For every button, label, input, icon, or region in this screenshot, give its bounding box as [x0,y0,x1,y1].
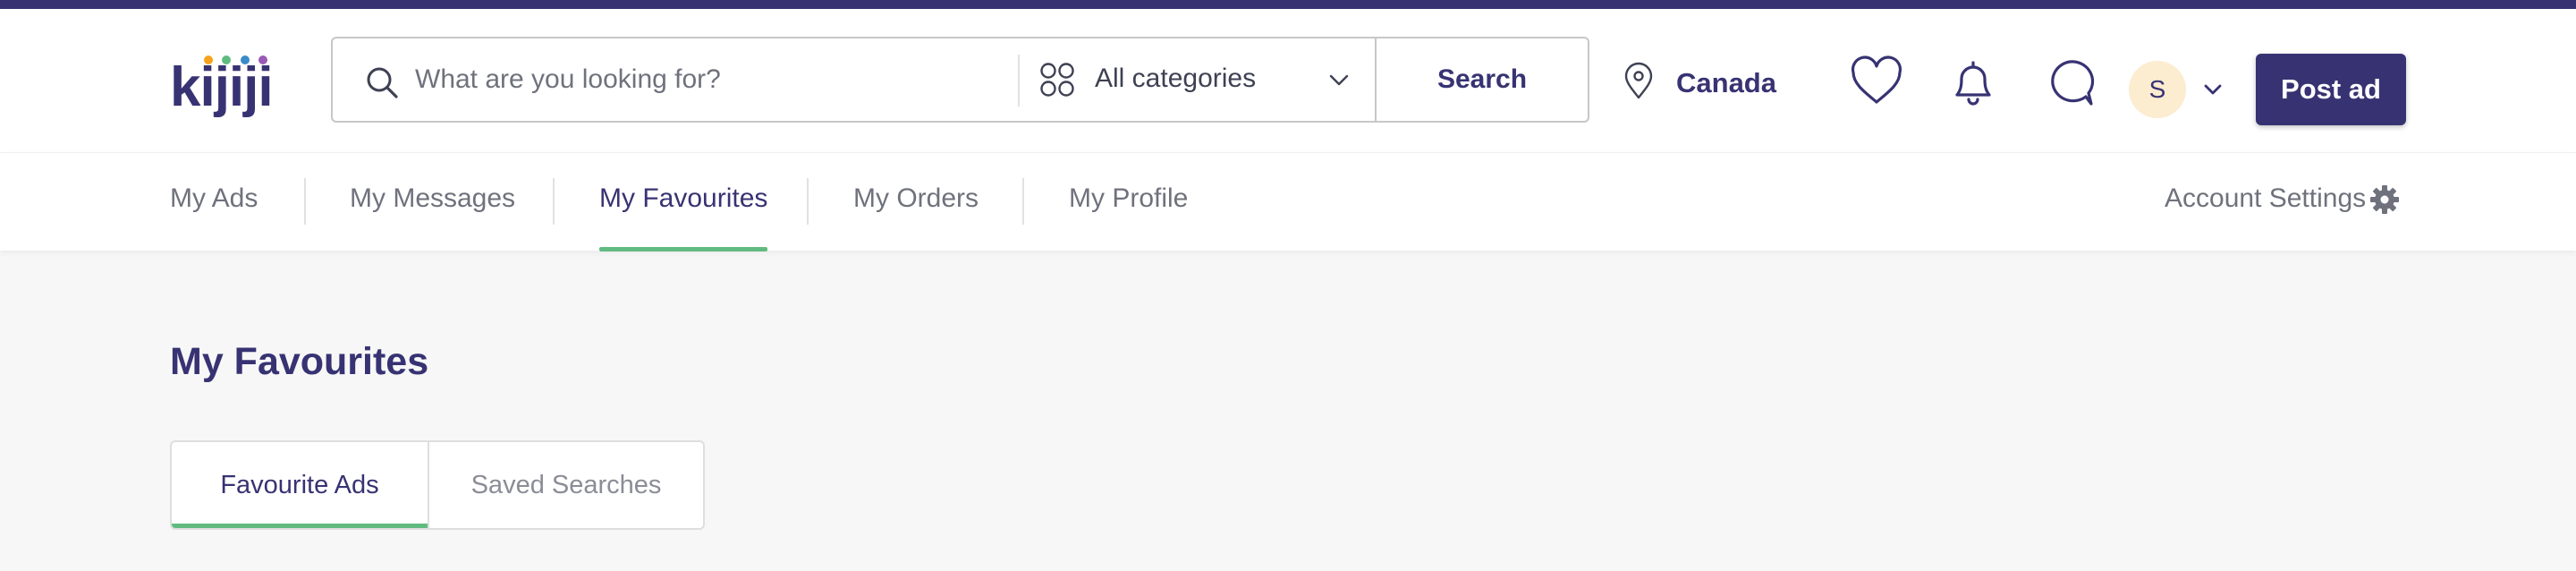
tab-my-ads[interactable]: My Ads [170,153,258,251]
top-accent-bar [0,0,2576,9]
tab-my-profile[interactable]: My Profile [1069,153,1188,251]
account-settings-label: Account Settings [2165,183,2367,213]
tab-separator [553,178,555,225]
chat-bubble-icon [2051,60,2095,106]
bell-icon [1955,61,1991,106]
notifications-button[interactable] [1945,54,2002,111]
location-pin-icon [1624,62,1653,99]
search-icon [367,67,398,98]
chevron-down-icon [1329,74,1349,86]
tab-favourite-ads[interactable]: Favourite Ads [172,442,428,528]
tab-separator [807,178,809,225]
post-ad-button[interactable]: Post ad [2256,54,2406,125]
kijiji-logo[interactable]: kijiji [170,48,295,120]
tab-my-messages[interactable]: My Messages [350,153,515,251]
tab-separator [304,178,306,225]
category-select-label: All categories [1095,64,1257,93]
grid-icon [1040,63,1074,97]
tab-my-favourites[interactable]: My Favourites [599,153,768,251]
category-select[interactable]: All categories [1039,38,1377,121]
chevron-down-icon[interactable] [2202,79,2224,100]
favourites-button[interactable] [1848,54,1905,111]
search-input[interactable] [415,55,970,105]
svg-text:kijiji: kijiji [170,56,273,118]
tab-separator [1022,178,1024,225]
messages-button[interactable] [2041,54,2098,111]
tab-saved-searches[interactable]: Saved Searches [429,442,703,528]
site-header: kijiji All categories Search [0,9,2576,152]
heart-icon [1851,55,1902,104]
favourites-tabs: Favourite Ads Saved Searches [170,440,705,530]
page-title: My Favourites [170,340,429,383]
search-bar: All categories [331,37,1377,123]
search-divider [1018,55,1020,107]
gear-icon [2370,185,2399,214]
location-label: Canada [1676,67,1776,98]
search-button[interactable]: Search [1375,37,1589,123]
tab-my-orders[interactable]: My Orders [853,153,979,251]
account-subnav: My Ads My Messages My Favourites My Orde… [0,152,2576,251]
user-avatar[interactable]: S [2129,61,2186,118]
